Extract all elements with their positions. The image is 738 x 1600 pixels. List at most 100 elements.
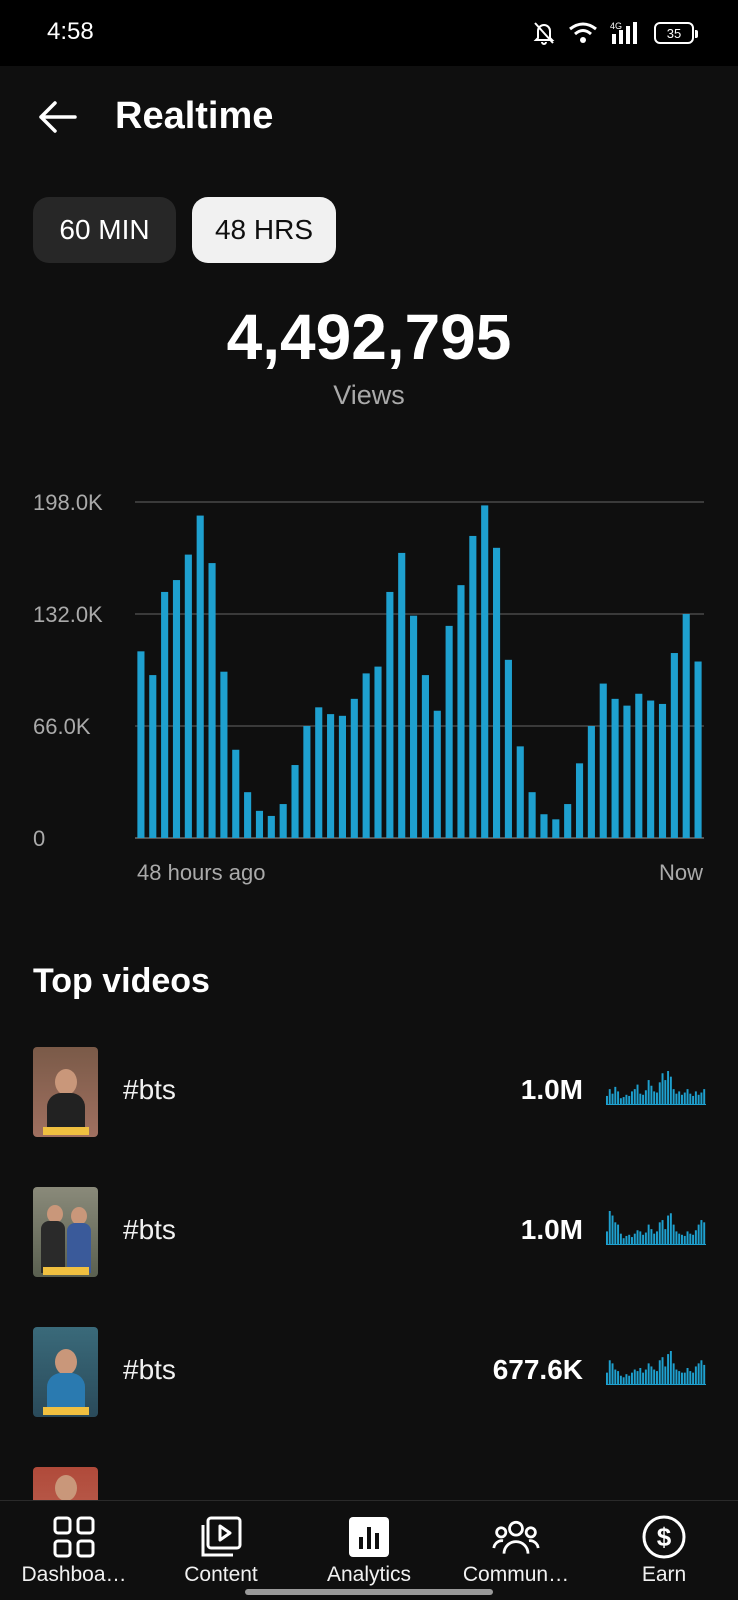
chart-bar	[504, 659, 512, 838]
sparkline-bar	[678, 1233, 681, 1245]
sparkline-bar	[661, 1073, 664, 1105]
chart-bar	[244, 792, 252, 838]
sparkline-bar	[608, 1360, 611, 1385]
chart-bar	[516, 746, 524, 838]
chart-bar	[647, 700, 655, 838]
sparkline-bar	[633, 1089, 636, 1105]
community-icon	[492, 1513, 540, 1561]
chart-bar	[421, 675, 429, 838]
sparkline-bar	[628, 1375, 631, 1385]
chart-bar	[172, 580, 181, 838]
nav-label: Content	[184, 1563, 258, 1586]
sparkline-bar	[669, 1351, 672, 1385]
nav-dashboard[interactable]: Dashboa…	[0, 1501, 148, 1600]
chart-bar	[552, 819, 560, 838]
sparkline-bar	[689, 1093, 692, 1105]
tab-48-hrs[interactable]: 48 HRS	[192, 197, 336, 263]
nav-analytics[interactable]: Analytics	[295, 1501, 443, 1600]
arrow-left-icon	[39, 101, 77, 133]
content-icon	[197, 1513, 245, 1561]
sparkline-bar	[631, 1237, 633, 1245]
sparkline-bar	[636, 1084, 639, 1105]
chart-bar	[670, 653, 678, 838]
sparkline-bar	[611, 1363, 614, 1385]
sparkline-bar	[689, 1371, 692, 1385]
video-row[interactable]	[0, 1467, 738, 1500]
cellular-icon: 4G	[610, 20, 642, 46]
sparkline-bar	[661, 1220, 664, 1245]
chart-bar	[623, 705, 631, 838]
tab-60-min[interactable]: 60 MIN	[33, 197, 176, 263]
sparkline-bar	[647, 1363, 650, 1385]
chart-bar	[398, 552, 406, 838]
sparkline-bar	[617, 1224, 620, 1245]
sparkline-bar	[656, 1371, 658, 1385]
sparkline-bar	[700, 1360, 703, 1385]
sparkline-bar	[681, 1372, 683, 1385]
home-indicator	[245, 1589, 493, 1595]
video-thumbnail	[33, 1467, 98, 1500]
chart-bar	[575, 763, 584, 838]
nav-content[interactable]: Content	[147, 1501, 295, 1600]
sparkline-bar	[653, 1233, 656, 1245]
views-bar-chart: 198.0K 132.0K 66.0K 0	[33, 490, 704, 850]
chart-bar	[469, 535, 477, 838]
sparkline-bar	[694, 1366, 697, 1385]
top-videos-title: Top videos	[33, 962, 210, 1000]
sparkline-bar	[681, 1094, 683, 1105]
sparkline-bar	[619, 1233, 622, 1245]
sparkline-bar	[608, 1211, 611, 1245]
sparkline-bar	[703, 1222, 706, 1245]
sparkline-bar	[653, 1091, 656, 1105]
chart-bar	[137, 651, 145, 838]
sparkline-bar	[614, 1369, 617, 1385]
sparkline-bar	[664, 1229, 667, 1245]
chart-bar	[587, 726, 595, 838]
sparkline-bar	[703, 1364, 706, 1385]
chart-bar	[303, 726, 311, 838]
sparkline-bar	[686, 1368, 689, 1385]
chart-bar	[220, 671, 228, 838]
back-button[interactable]	[32, 92, 82, 142]
sparkline-bar	[678, 1091, 681, 1105]
y-tick-label: 132.0K	[33, 602, 103, 627]
chart-bar	[196, 515, 204, 838]
y-tick-label: 66.0K	[33, 714, 91, 739]
chart-bar	[362, 673, 370, 838]
sparkline-bar	[622, 1097, 625, 1105]
sparkline-bar	[672, 1363, 675, 1385]
chart-bar	[481, 505, 489, 838]
network-type-label: 4G	[610, 21, 622, 31]
video-title: #bts	[123, 1354, 176, 1385]
sparkline-bar	[650, 1085, 653, 1105]
sparkline-bar	[619, 1098, 622, 1105]
sparkline-bar	[617, 1091, 620, 1105]
video-views: 1.0M	[520, 1214, 583, 1245]
video-row[interactable]: #bts 677.6K	[0, 1327, 738, 1437]
dashboard-icon	[50, 1513, 98, 1561]
sparkline-bar	[631, 1372, 633, 1385]
sparkline-bar	[642, 1094, 645, 1105]
sparkline-bar	[667, 1071, 670, 1105]
sparkline-bar	[669, 1076, 672, 1105]
chart-bar	[255, 810, 264, 838]
chart-bar	[350, 698, 358, 838]
video-thumbnail	[33, 1047, 98, 1137]
nav-community[interactable]: Commun…	[442, 1501, 590, 1600]
video-sparkline	[606, 1211, 706, 1245]
sparkline-bar	[692, 1234, 695, 1245]
video-row[interactable]: #bts 1.0M	[0, 1187, 738, 1297]
analytics-icon	[345, 1513, 393, 1561]
nav-earn[interactable]: $ Earn	[590, 1501, 738, 1600]
chart-bar	[658, 703, 667, 838]
chart-bar	[374, 666, 382, 838]
sparkline-bar	[658, 1222, 661, 1245]
sparkline-bar	[608, 1089, 611, 1105]
battery-icon: 35	[654, 22, 698, 44]
sparkline-bar	[694, 1091, 697, 1105]
video-row[interactable]: #bts 1.0M	[0, 1047, 738, 1157]
sparkline-bar	[617, 1371, 620, 1385]
sparkline-bar	[611, 1093, 614, 1105]
chart-bar	[338, 715, 347, 838]
sparkline-bar	[625, 1094, 628, 1105]
